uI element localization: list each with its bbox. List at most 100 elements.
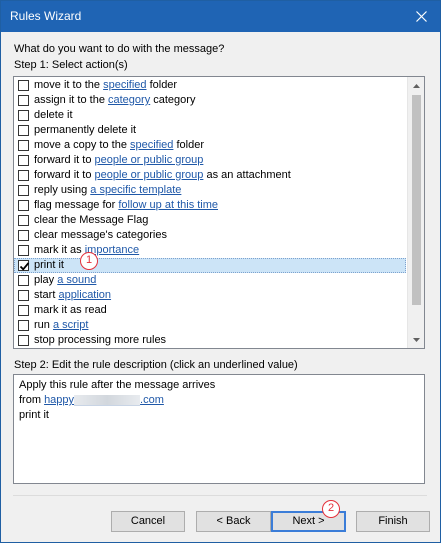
action-value-link[interactable]: a specific template (90, 184, 181, 196)
action-row[interactable]: assign it to the category category (14, 93, 406, 108)
chevron-up-icon (413, 83, 420, 88)
action-value-link[interactable]: a sound (57, 274, 96, 286)
action-checkbox[interactable] (18, 200, 29, 211)
description-line-3: print it (19, 409, 49, 421)
action-text: print it (34, 259, 64, 271)
action-text: folder (173, 139, 204, 151)
actions-list: move it to the specified folder assign it… (14, 78, 406, 348)
action-checkbox[interactable] (18, 275, 29, 286)
action-checkbox[interactable] (18, 125, 29, 136)
close-button[interactable] (408, 4, 434, 28)
action-text: mark it as read (34, 304, 107, 316)
action-checkbox[interactable] (18, 95, 29, 106)
action-row[interactable]: play a sound (14, 273, 406, 288)
action-text: assign it to the (34, 94, 108, 106)
action-checkbox[interactable] (18, 305, 29, 316)
chevron-down-icon (413, 337, 420, 342)
button-separator (13, 495, 427, 496)
back-button[interactable]: < Back (196, 511, 271, 532)
action-text: folder (146, 79, 178, 91)
action-text: play (34, 274, 58, 286)
action-value-link[interactable]: specified (103, 79, 146, 91)
action-checkbox[interactable] (18, 110, 29, 121)
description-line-2: from happy .com (19, 393, 419, 408)
action-checkbox[interactable] (18, 170, 29, 181)
action-checkbox[interactable] (18, 335, 29, 346)
action-text: as an attachment (203, 169, 291, 181)
action-row[interactable]: forward it to people or public group as … (14, 168, 406, 183)
action-checkbox[interactable] (18, 80, 29, 91)
action-checkbox[interactable] (18, 215, 29, 226)
checkmark-icon (19, 262, 30, 271)
rule-description-box: Apply this rule after the message arrive… (13, 374, 425, 484)
action-checkbox[interactable] (18, 185, 29, 196)
annotation-badge-2: 2 (322, 500, 340, 518)
step2-label: Step 2: Edit the rule description (click… (14, 359, 298, 371)
action-value-link[interactable]: specified (130, 139, 173, 151)
action-text: clear the Message Flag (34, 214, 149, 226)
action-text: stop processing more rules (34, 334, 167, 346)
action-checkbox[interactable] (18, 230, 29, 241)
action-value-link[interactable]: people or public group (95, 154, 204, 166)
action-checkbox[interactable] (18, 140, 29, 151)
action-checkbox[interactable] (18, 320, 29, 331)
action-row[interactable]: clear message's categories (14, 228, 406, 243)
action-row[interactable]: delete it (14, 108, 406, 123)
action-row[interactable]: mark it as read (14, 303, 406, 318)
action-row[interactable]: mark it as importance (14, 243, 406, 258)
action-row[interactable]: move a copy to the specified folder (14, 138, 406, 153)
close-icon (415, 10, 427, 22)
action-row[interactable]: permanently delete it (14, 123, 406, 138)
finish-button[interactable]: Finish (356, 511, 430, 532)
action-row[interactable]: reply using a specific template (14, 183, 406, 198)
from-address-link[interactable]: happy .com (44, 394, 164, 406)
action-text: category (150, 94, 196, 106)
action-row[interactable]: move it to the specified folder (14, 78, 406, 93)
action-row[interactable]: clear the Message Flag (14, 213, 406, 228)
window-title: Rules Wizard (10, 9, 82, 23)
action-text: move a copy to the (34, 139, 130, 151)
action-text: reply using (34, 184, 91, 196)
action-text: clear message's categories (34, 229, 167, 241)
action-value-link[interactable]: a script (53, 319, 88, 331)
scroll-down-button[interactable] (408, 331, 424, 348)
redacted-address (74, 394, 141, 406)
action-text: move it to the (34, 79, 104, 91)
action-text: mark it as (34, 244, 85, 256)
action-value-link[interactable]: follow up at this time (118, 199, 218, 211)
action-text: forward it to (34, 154, 95, 166)
vertical-scrollbar[interactable] (407, 77, 424, 348)
action-text: permanently delete it (34, 124, 137, 136)
action-row[interactable]: stop processing more rules (14, 333, 406, 348)
annotation-badge-1: 1 (80, 252, 98, 270)
cancel-button[interactable]: Cancel (111, 511, 185, 532)
action-checkbox[interactable] (18, 290, 29, 301)
title-bar: Rules Wizard (1, 1, 440, 32)
description-line-1: Apply this rule after the message arrive… (19, 379, 216, 391)
action-value-link[interactable]: people or public group (95, 169, 204, 181)
action-value-link[interactable]: category (108, 94, 150, 106)
action-row[interactable]: run a script (14, 318, 406, 333)
from-address-end: .com (140, 394, 164, 406)
scroll-up-button[interactable] (408, 77, 424, 94)
actions-listbox[interactable]: move it to the specified folder assign it… (13, 76, 425, 349)
from-prefix: from (19, 394, 45, 406)
action-row[interactable]: start application (14, 288, 406, 303)
action-text: run (34, 319, 53, 331)
action-checkbox[interactable] (18, 245, 29, 256)
action-row[interactable]: flag message for follow up at this time (14, 198, 406, 213)
prompt-text: What do you want to do with the message? (14, 43, 225, 55)
action-row[interactable]: print it (14, 258, 406, 273)
action-checkbox[interactable] (18, 155, 29, 166)
from-address-start: happy (44, 394, 75, 406)
step1-label: Step 1: Select action(s) (14, 59, 128, 71)
rules-wizard-dialog: Rules Wizard What do you want to do with… (0, 0, 441, 543)
action-text: forward it to (34, 169, 95, 181)
action-row[interactable]: forward it to people or public group (14, 153, 406, 168)
action-checkbox[interactable] (18, 260, 30, 271)
scroll-thumb[interactable] (412, 95, 421, 305)
action-text: start (34, 289, 59, 301)
action-value-link[interactable]: application (58, 289, 111, 301)
action-text: flag message for (34, 199, 119, 211)
action-text: delete it (34, 109, 73, 121)
